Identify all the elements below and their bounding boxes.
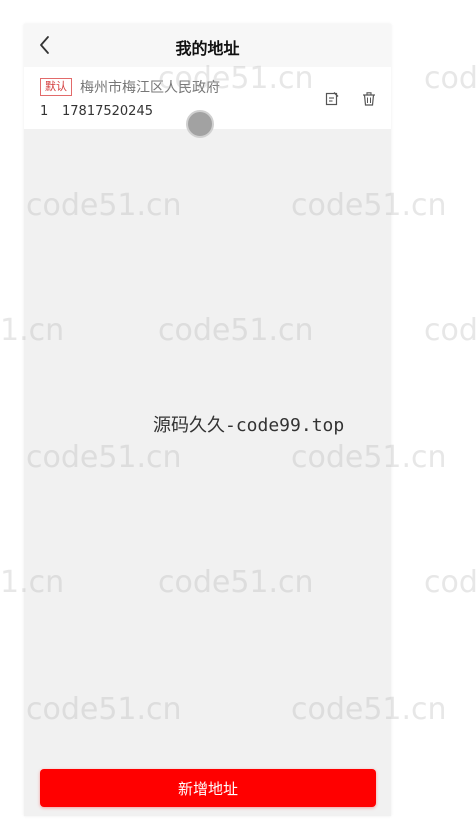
app-screen: 我的地址 默认 梅州市梅江区人民政府 1 17817520245 新增地址 — [24, 24, 391, 816]
add-address-button[interactable]: 新增地址 — [40, 769, 376, 807]
watermark: code51.cn — [424, 565, 476, 600]
page: 我的地址 默认 梅州市梅江区人民政府 1 17817520245 新增地址 co… — [0, 0, 476, 826]
address-detail: 梅州市梅江区人民政府 — [80, 80, 220, 96]
address-contact-name: 1 — [40, 104, 49, 119]
watermark: code51.cn — [424, 313, 476, 348]
watermark: code51.cn — [424, 61, 476, 96]
default-badge: 默认 — [40, 78, 72, 96]
touch-indicator — [186, 110, 214, 138]
trash-icon[interactable] — [361, 91, 377, 107]
edit-icon[interactable] — [324, 91, 340, 107]
address-phone: 17817520245 — [62, 104, 153, 119]
navigation-bar: 我的地址 — [24, 24, 391, 67]
page-title: 我的地址 — [175, 39, 240, 58]
